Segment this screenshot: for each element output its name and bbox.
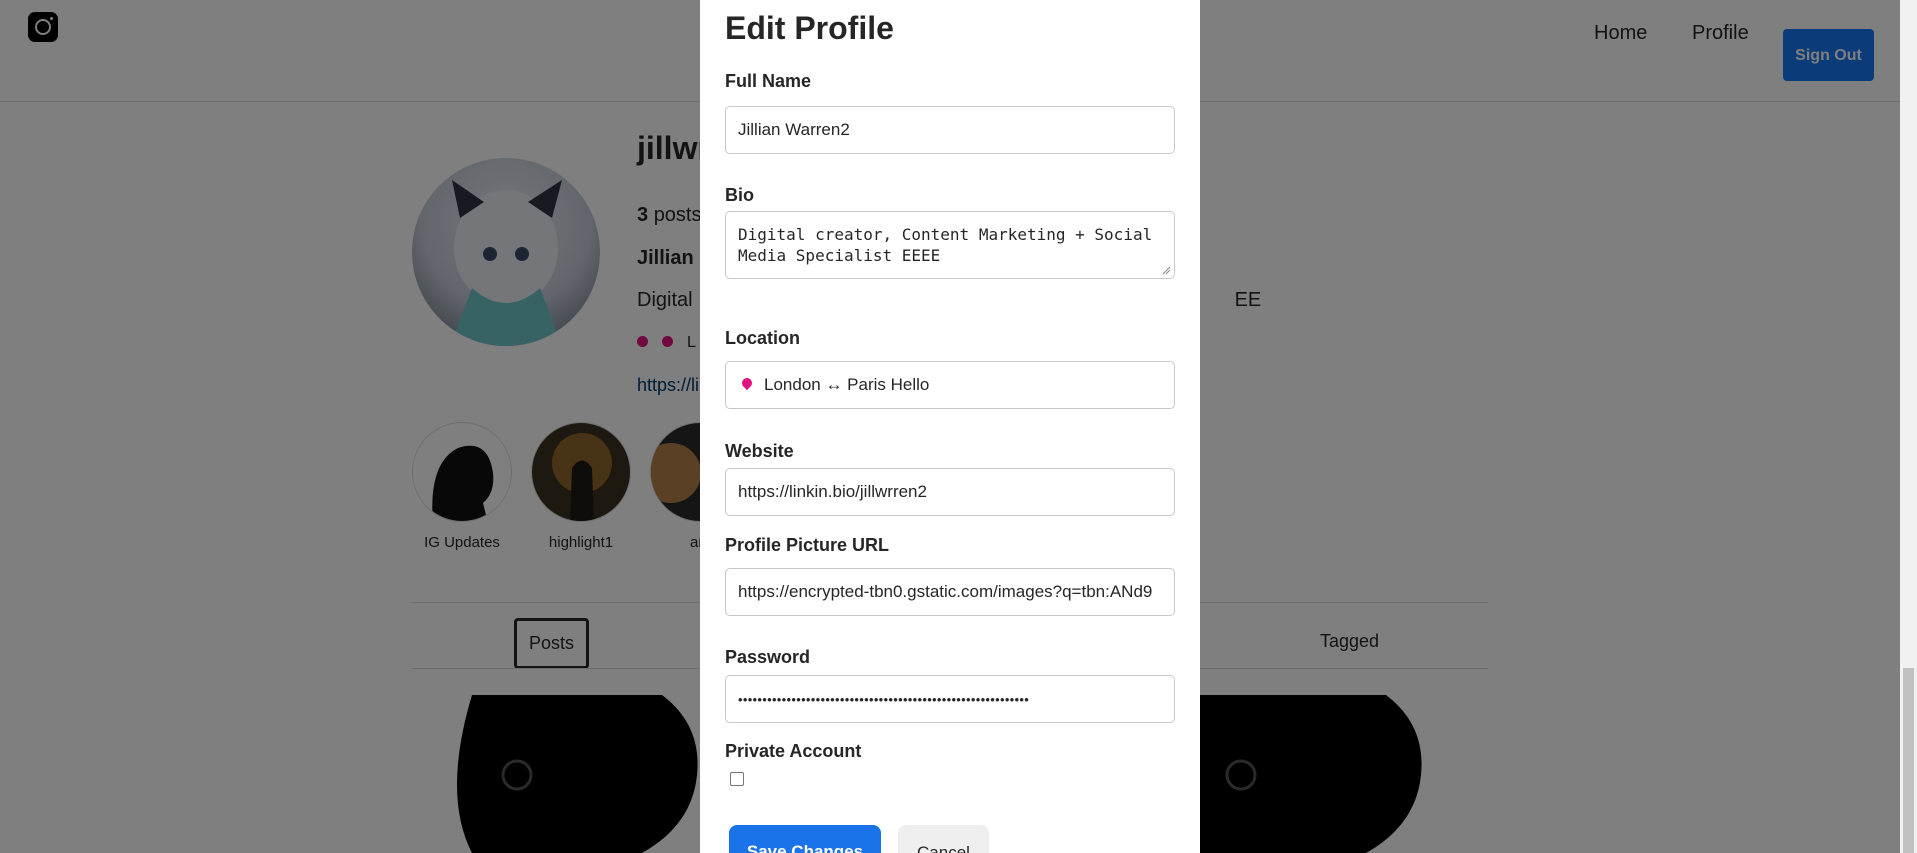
page-scrollbar[interactable] — [1900, 0, 1917, 853]
fullname-label: Full Name — [725, 71, 812, 91]
private-account-label: Private Account — [725, 741, 862, 761]
bio-label: Bio — [725, 185, 754, 205]
picture-url-input[interactable]: https://encrypted-tbn0.gstatic.com/image… — [725, 568, 1175, 616]
save-changes-button[interactable]: Save Changes — [729, 825, 881, 853]
password-input[interactable]: ••••••••••••••••••••••••••••••••••••••••… — [725, 675, 1175, 723]
resize-handle-icon[interactable] — [1161, 265, 1171, 275]
fullname-input[interactable]: Jillian Warren2 — [725, 106, 1175, 154]
modal-title: Edit Profile — [725, 10, 894, 46]
cancel-button[interactable]: Cancel — [898, 825, 989, 853]
private-account-checkbox[interactable] — [730, 772, 744, 786]
bio-textarea[interactable]: Digital creator, Content Marketing + Soc… — [725, 211, 1175, 279]
website-label: Website — [725, 441, 794, 461]
scrollbar-thumb[interactable] — [1903, 668, 1914, 853]
password-label: Password — [725, 647, 811, 667]
location-input[interactable]: London ↔ Paris Hello — [725, 361, 1175, 409]
website-input[interactable]: https://linkin.bio/jillwrren2 — [725, 468, 1175, 516]
location-label: Location — [725, 328, 800, 348]
picture-url-label: Profile Picture URL — [725, 535, 890, 555]
edit-profile-modal: Edit Profile Full Name Jillian Warren2 B… — [700, 0, 1200, 853]
location-pin-icon — [739, 375, 755, 391]
